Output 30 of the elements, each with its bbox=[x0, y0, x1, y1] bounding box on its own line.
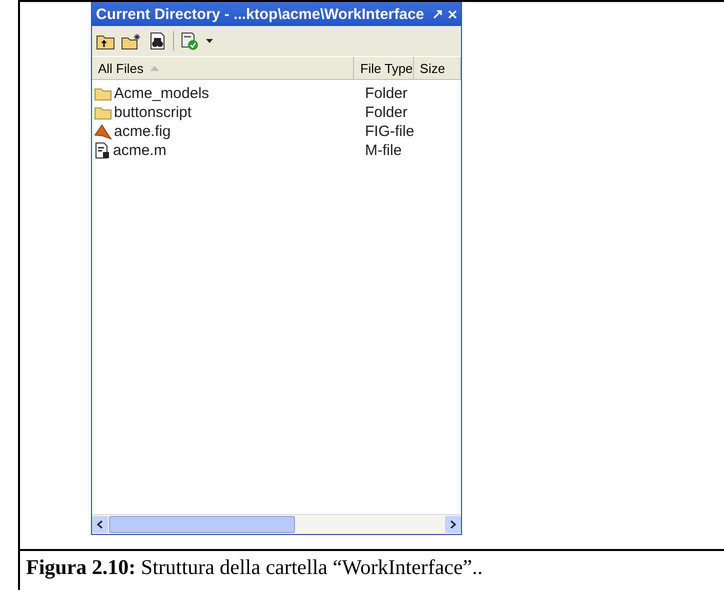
column-header[interactable]: File Type bbox=[354, 57, 414, 79]
chevron-left-icon bbox=[97, 520, 103, 529]
file-type: Folder bbox=[365, 85, 409, 102]
column-header[interactable]: All Files bbox=[92, 57, 354, 79]
folder-icon bbox=[94, 105, 112, 120]
file-name[interactable]: buttonscript bbox=[114, 104, 192, 121]
peak-icon bbox=[94, 123, 112, 140]
close-icon[interactable] bbox=[448, 10, 457, 18]
scroll-left-button[interactable] bbox=[92, 516, 108, 533]
dropdown-caret-icon[interactable] bbox=[206, 39, 213, 43]
scroll-thumb[interactable] bbox=[109, 516, 295, 533]
folder-up-icon[interactable] bbox=[96, 32, 115, 50]
file-type: FIG-file bbox=[365, 123, 416, 140]
figure-caption: Figura 2.10: Struttura della cartella “WorkInterface”.. bbox=[25, 554, 484, 581]
file-type: M-file bbox=[365, 142, 403, 159]
file-name[interactable]: acme.fig bbox=[114, 123, 171, 140]
binoculars-icon[interactable] bbox=[148, 32, 167, 50]
file-name[interactable]: acme.m bbox=[113, 142, 166, 159]
report-check-icon[interactable] bbox=[180, 32, 200, 50]
new-folder-icon[interactable] bbox=[121, 32, 142, 50]
horizontal-scrollbar[interactable] bbox=[92, 514, 461, 534]
scroll-right-button[interactable] bbox=[445, 516, 461, 533]
document-icon bbox=[94, 142, 111, 159]
file-name[interactable]: Acme_models bbox=[114, 85, 210, 102]
chevron-right-icon bbox=[450, 520, 456, 529]
folder-icon bbox=[94, 86, 112, 101]
undock-icon[interactable] bbox=[433, 10, 442, 18]
window-title: Current Directory - ...ktop\acme\WorkInterface bbox=[96, 6, 426, 22]
file-type: Folder bbox=[365, 104, 409, 121]
column-header[interactable]: Size bbox=[414, 57, 461, 79]
